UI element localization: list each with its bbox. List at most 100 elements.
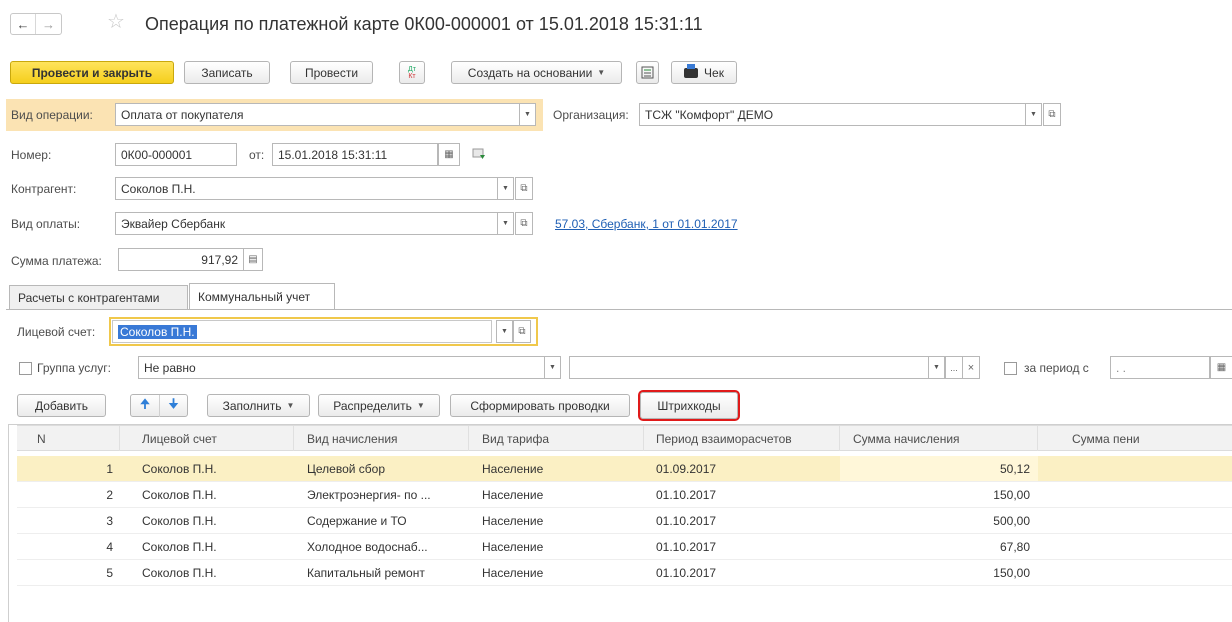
operation-label: Вид операции: xyxy=(11,108,93,122)
cell-n: 5 xyxy=(106,565,113,580)
account-select[interactable]: Соколов П.Н. xyxy=(112,320,492,343)
number-label: Номер: xyxy=(11,148,52,162)
arrow-down-icon[interactable]: 🠋 xyxy=(159,394,187,417)
service-group-condition-dropdown-icon[interactable]: ▼ xyxy=(544,356,561,379)
period-from-field[interactable]: . . xyxy=(1110,356,1210,379)
cell-period: 01.10.2017 xyxy=(656,539,717,554)
col-header-n[interactable]: N xyxy=(17,426,120,451)
period-label: за период с xyxy=(1024,361,1089,375)
comment-icon[interactable] xyxy=(472,148,486,160)
cell-tariff: Население xyxy=(482,565,544,580)
cell-penalty xyxy=(1038,482,1228,507)
form-entries-button[interactable]: Сформировать проводки xyxy=(450,394,630,417)
cell-charge: Целевой сбор xyxy=(307,461,385,476)
cell-charge: Электроэнергия- по ... xyxy=(307,487,431,502)
receipt-label: Чек xyxy=(704,65,724,80)
payment-type-open-icon[interactable]: ⧉ xyxy=(515,212,533,235)
service-group-value-dropdown-icon[interactable]: ▼ xyxy=(928,356,945,379)
account-label: Лицевой счет: xyxy=(17,325,96,339)
organization-open-icon[interactable]: ⧉ xyxy=(1043,103,1061,126)
counterparty-open-icon[interactable]: ⧉ xyxy=(515,177,533,200)
document-structure-icon xyxy=(641,66,654,79)
cash-register-icon xyxy=(684,63,699,78)
chevron-down-icon: ▼ xyxy=(286,401,295,410)
create-based-on-label: Создать на основании xyxy=(467,65,593,80)
dtkt-button[interactable]: Дт Кт xyxy=(399,61,425,84)
col-header-amount[interactable]: Сумма начисления xyxy=(840,426,1038,451)
post-button[interactable]: Провести xyxy=(290,61,373,84)
service-group-condition[interactable]: Не равно xyxy=(138,356,545,379)
account-dropdown-icon[interactable]: ▼ xyxy=(496,320,513,343)
col-header-tariff[interactable]: Вид тарифа xyxy=(469,426,644,451)
operation-select[interactable]: Оплата от покупателя xyxy=(115,103,520,126)
distribute-label: Распределить xyxy=(333,398,412,413)
save-button[interactable]: Записать xyxy=(184,61,270,84)
counterparty-dropdown-icon[interactable]: ▼ xyxy=(497,177,514,200)
col-header-charge[interactable]: Вид начисления xyxy=(294,426,469,451)
barcodes-button[interactable]: Штрихкоды xyxy=(638,390,740,421)
fill-button[interactable]: Заполнить ▼ xyxy=(207,394,310,417)
table-row[interactable]: 2 Соколов П.Н. Электроэнергия- по ... На… xyxy=(17,482,1232,508)
tab-utility-accounting[interactable]: Коммунальный учет xyxy=(189,283,335,309)
organization-select[interactable]: ТСЖ "Комфорт" ДЕМО xyxy=(639,103,1026,126)
table-header: N Лицевой счет Вид начисления Вид тарифа… xyxy=(17,425,1232,451)
period-calendar-icon[interactable]: ▦ xyxy=(1210,356,1232,379)
cell-period: 01.10.2017 xyxy=(656,487,717,502)
payment-type-dropdown-icon[interactable]: ▼ xyxy=(497,212,514,235)
table-row[interactable]: 4 Соколов П.Н. Холодное водоснаб... Насе… xyxy=(17,534,1232,560)
table-row[interactable]: 5 Соколов П.Н. Капитальный ремонт Населе… xyxy=(17,560,1232,586)
account-open-icon[interactable]: ⧉ xyxy=(513,320,531,343)
distribute-button[interactable]: Распределить ▼ xyxy=(318,394,440,417)
service-group-value[interactable] xyxy=(569,356,929,379)
cell-account: Соколов П.Н. xyxy=(142,461,217,476)
cell-account: Соколов П.Н. xyxy=(142,539,217,554)
back-arrow-icon[interactable]: ← xyxy=(11,14,36,34)
counterparty-label: Контрагент: xyxy=(11,182,77,196)
payment-type-select[interactable]: Эквайер Сбербанк xyxy=(115,212,498,235)
cell-account: Соколов П.Н. xyxy=(142,565,217,580)
structure-button[interactable] xyxy=(636,61,659,84)
organization-label: Организация: xyxy=(553,108,629,122)
cell-amount: 50,12 xyxy=(999,461,1030,476)
favorite-star-icon[interactable]: ☆ xyxy=(107,11,125,33)
operation-dropdown-icon[interactable]: ▼ xyxy=(519,103,536,126)
cell-period: 01.10.2017 xyxy=(656,565,717,580)
service-group-clear-icon[interactable]: × xyxy=(962,356,980,379)
account-value: Соколов П.Н. xyxy=(118,324,197,339)
col-header-period[interactable]: Период взаиморасчетов xyxy=(644,426,840,451)
calendar-icon[interactable]: ▦ xyxy=(438,143,460,166)
payment-type-label: Вид оплаты: xyxy=(11,217,81,231)
period-checkbox[interactable] xyxy=(1004,362,1017,375)
cell-amount: 150,00 xyxy=(993,487,1030,502)
fill-label: Заполнить xyxy=(222,398,282,413)
forward-arrow-icon[interactable]: → xyxy=(36,14,61,34)
tab-settlements[interactable]: Расчеты с контрагентами xyxy=(9,285,188,309)
service-group-checkbox[interactable] xyxy=(19,362,32,375)
amount-field[interactable]: 917,92 xyxy=(118,248,244,271)
receipt-button[interactable]: Чек xyxy=(671,61,737,84)
add-button[interactable]: Добавить xyxy=(17,394,106,417)
counterparty-select[interactable]: Соколов П.Н. xyxy=(115,177,498,200)
service-group-select-icon[interactable]: ... xyxy=(945,356,963,379)
arrow-up-icon[interactable]: 🠉 xyxy=(131,395,159,417)
col-header-penalty[interactable]: Сумма пени xyxy=(1038,426,1232,451)
cell-period: 01.10.2017 xyxy=(656,513,717,528)
move-up-down-buttons: 🠉 🠋 xyxy=(130,394,188,417)
cell-penalty xyxy=(1038,456,1228,481)
col-header-account[interactable]: Лицевой счет xyxy=(120,426,294,451)
post-and-close-button[interactable]: Провести и закрыть xyxy=(10,61,174,84)
cell-n: 4 xyxy=(106,539,113,554)
date-field[interactable]: 15.01.2018 15:31:11 xyxy=(272,143,438,166)
cell-charge: Холодное водоснаб... xyxy=(307,539,428,554)
contract-link[interactable]: 57.03, Сбербанк, 1 от 01.01.2017 xyxy=(555,217,738,231)
table-row[interactable]: 3 Соколов П.Н. Содержание и ТО Население… xyxy=(17,508,1232,534)
number-field[interactable]: 0К00-000001 xyxy=(115,143,237,166)
cell-n: 3 xyxy=(106,513,113,528)
create-based-on-button[interactable]: Создать на основании ▼ xyxy=(451,61,622,84)
cell-tariff: Население xyxy=(482,513,544,528)
dtkt-icon: Дт Кт xyxy=(408,65,416,80)
organization-dropdown-icon[interactable]: ▼ xyxy=(1025,103,1042,126)
cell-charge: Содержание и ТО xyxy=(307,513,407,528)
table-row[interactable]: 1 Соколов П.Н. Целевой сбор Население 01… xyxy=(17,456,1232,482)
calculator-icon[interactable]: ▤ xyxy=(243,248,263,271)
